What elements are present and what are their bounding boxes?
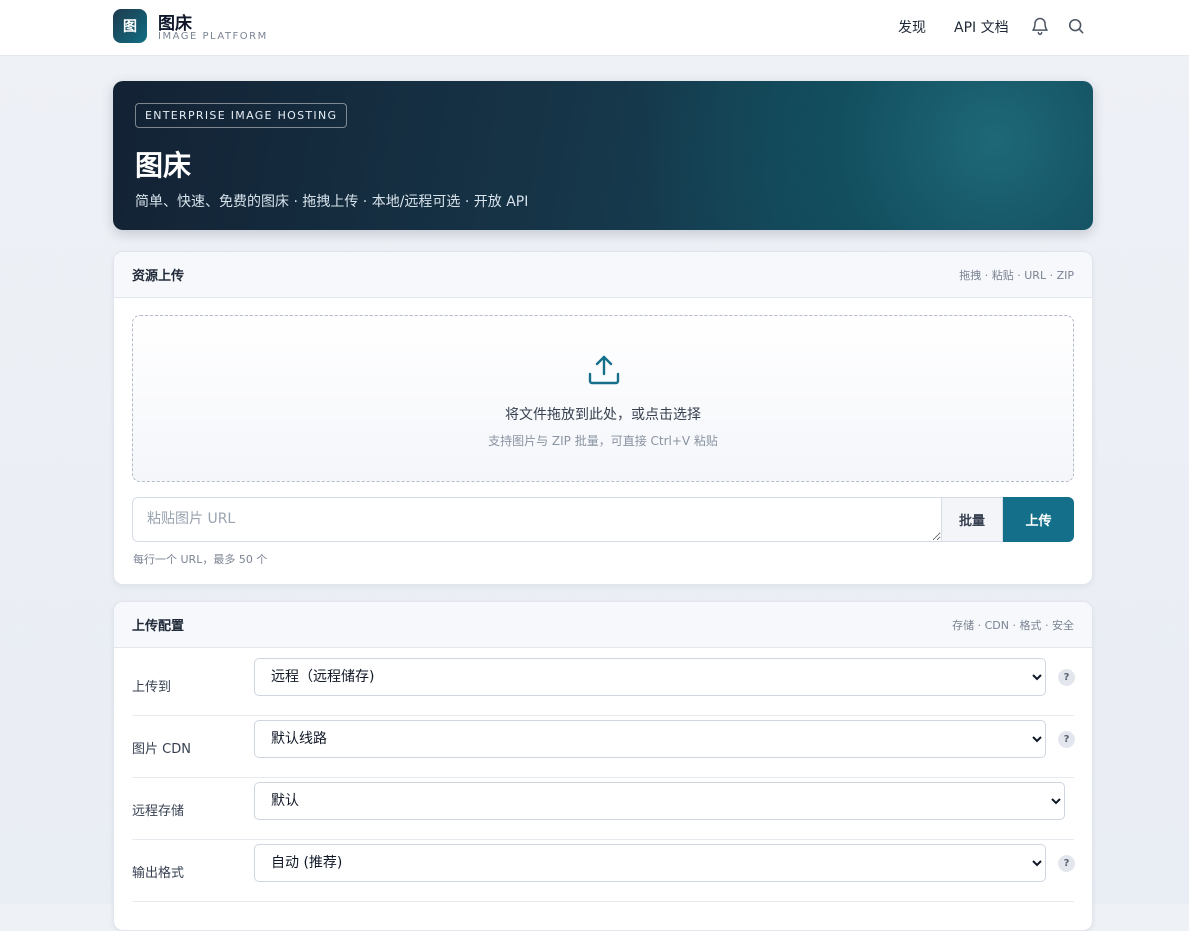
help-icon[interactable]: ? bbox=[1058, 731, 1075, 748]
upload-config-card: 上传配置 存储 · CDN · 格式 · 安全 上传到 远程（远程储存) ? 图… bbox=[113, 601, 1093, 931]
hero-tag-badge: ENTERPRISE IMAGE HOSTING bbox=[135, 103, 348, 128]
config-card-header: 上传配置 存储 · CDN · 格式 · 安全 bbox=[114, 602, 1092, 648]
search-icon[interactable] bbox=[1066, 16, 1086, 36]
url-input[interactable] bbox=[132, 497, 941, 542]
config-label: 输出格式 bbox=[132, 866, 185, 881]
upload-card-header: 资源上传 拖拽 · 粘贴 · URL · ZIP bbox=[114, 252, 1092, 298]
upload-button[interactable]: 上传 bbox=[1003, 497, 1074, 542]
upload-card: 资源上传 拖拽 · 粘贴 · URL · ZIP 将文件拖放到此处，或点击选择 … bbox=[113, 251, 1093, 585]
config-label: 上传到 bbox=[132, 680, 172, 695]
hero-title: 图床 bbox=[135, 149, 192, 182]
upload-card-meta: 拖拽 · 粘贴 · URL · ZIP bbox=[959, 268, 1074, 282]
bell-icon[interactable] bbox=[1030, 16, 1050, 36]
dropzone-hint-text: 支持图片与 ZIP 批量，可直接 Ctrl+V 粘贴 bbox=[488, 434, 718, 448]
url-input-row: 批量 上传 bbox=[132, 497, 1074, 542]
cdn-select[interactable]: 默认线路 bbox=[254, 720, 1046, 758]
upload-icon bbox=[588, 355, 620, 385]
config-row-output-format: 输出格式 自动 (推荐) ? bbox=[132, 840, 1075, 902]
nav-api-docs-link[interactable]: API 文档 bbox=[954, 17, 1009, 37]
remote-storage-select[interactable]: 默认 bbox=[254, 782, 1065, 820]
config-row-remote-storage: 远程存储 默认 bbox=[132, 778, 1074, 840]
config-row-cdn: 图片 CDN 默认线路 ? bbox=[132, 716, 1075, 778]
help-icon[interactable]: ? bbox=[1058, 855, 1075, 872]
nav-discover-link[interactable]: 发现 bbox=[898, 17, 926, 37]
hero-subtitle: 简单、快速、免费的图床 · 拖拽上传 · 本地/远程可选 · 开放 API bbox=[135, 194, 529, 210]
logo-icon[interactable]: 图 bbox=[113, 9, 147, 43]
file-dropzone[interactable]: 将文件拖放到此处，或点击选择 支持图片与 ZIP 批量，可直接 Ctrl+V 粘… bbox=[132, 315, 1074, 482]
dropzone-main-text: 将文件拖放到此处，或点击选择 bbox=[505, 407, 701, 423]
top-navbar: 图 图床 IMAGE PLATFORM 发现 API 文档 bbox=[0, 0, 1189, 56]
hero-banner: ENTERPRISE IMAGE HOSTING 图床 简单、快速、免费的图床 … bbox=[113, 81, 1093, 230]
batch-button[interactable]: 批量 bbox=[941, 497, 1003, 542]
upload-card-title: 资源上传 bbox=[132, 269, 185, 284]
upload-target-select[interactable]: 远程（远程储存) bbox=[254, 658, 1046, 696]
config-card-meta: 存储 · CDN · 格式 · 安全 bbox=[952, 618, 1074, 632]
config-label: 图片 CDN bbox=[132, 742, 191, 757]
output-format-select[interactable]: 自动 (推荐) bbox=[254, 844, 1046, 882]
brand-subtitle: IMAGE PLATFORM bbox=[158, 31, 268, 42]
config-card-title: 上传配置 bbox=[132, 619, 185, 634]
url-hint-text: 每行一个 URL，最多 50 个 bbox=[133, 553, 268, 566]
config-label: 远程存储 bbox=[132, 804, 185, 819]
help-icon[interactable]: ? bbox=[1058, 669, 1075, 686]
config-row-upload-target: 上传到 远程（远程储存) ? bbox=[132, 654, 1075, 716]
